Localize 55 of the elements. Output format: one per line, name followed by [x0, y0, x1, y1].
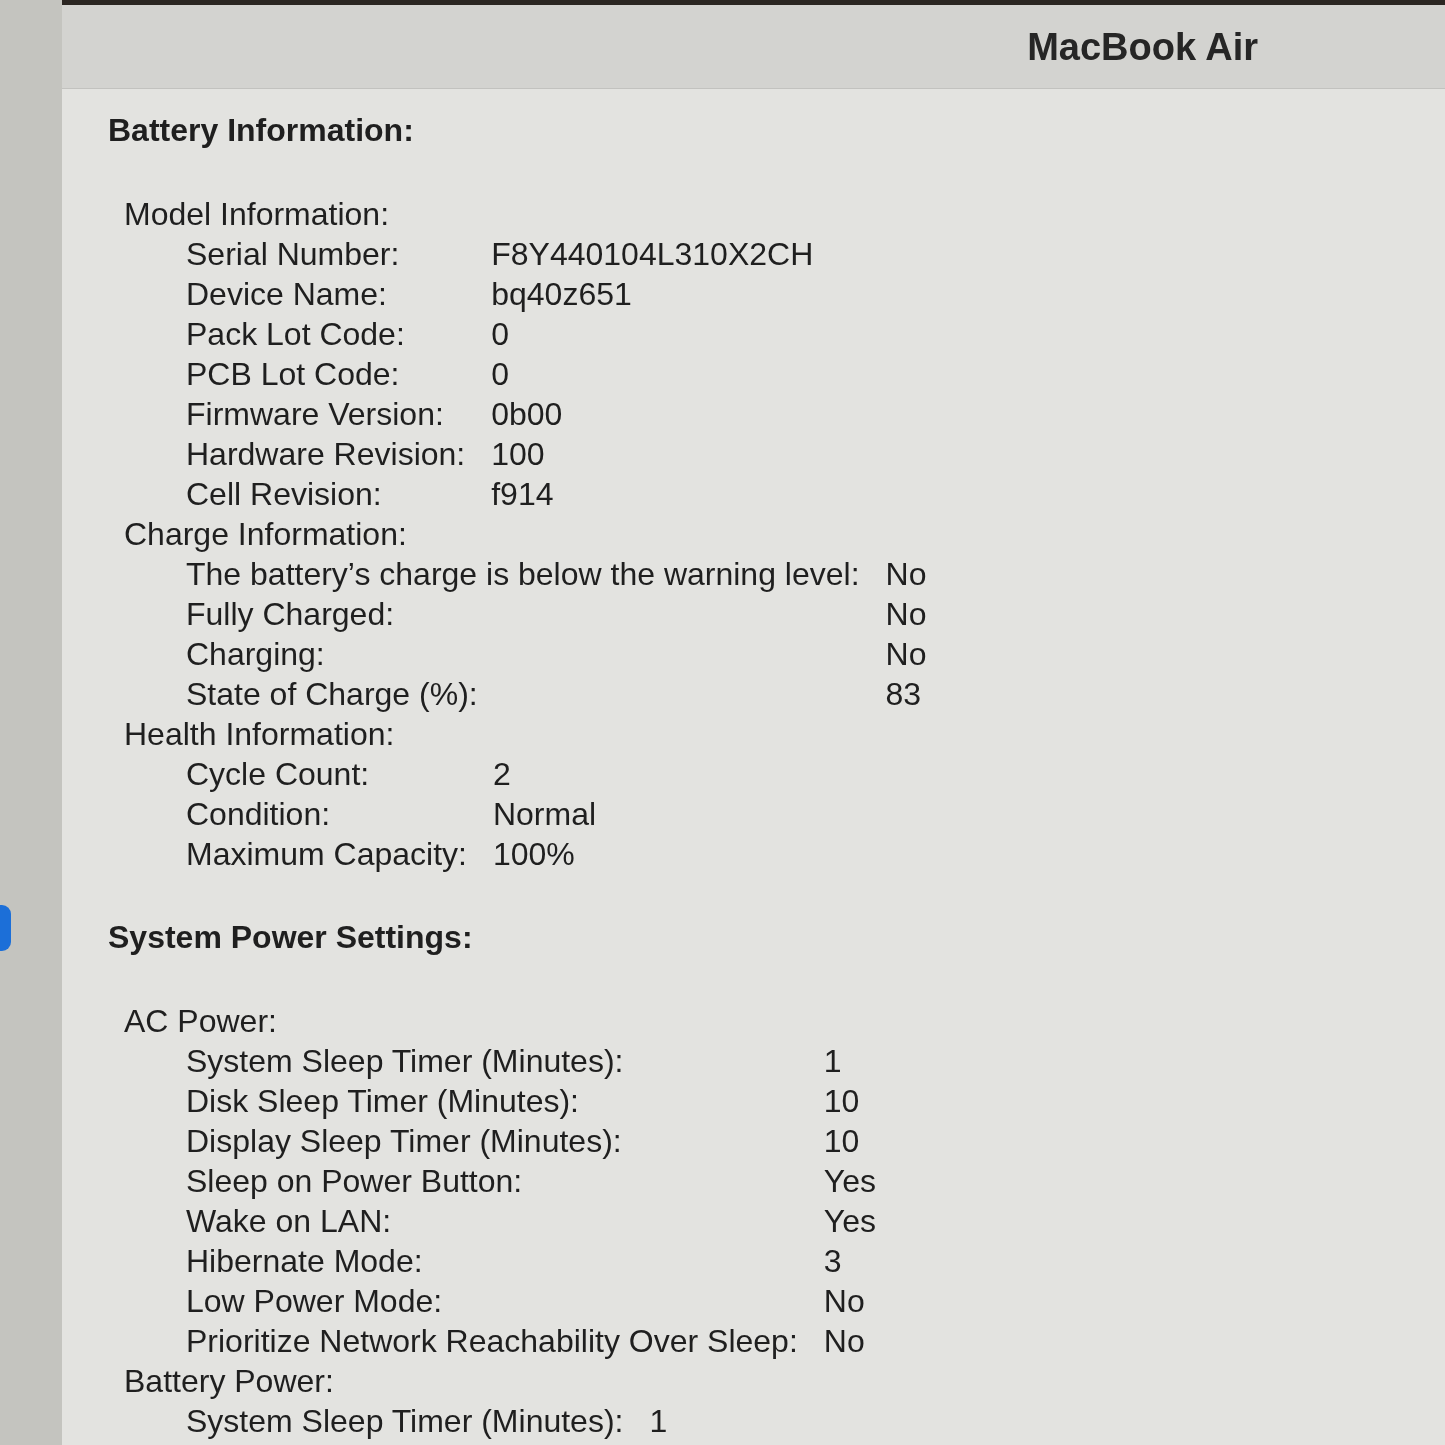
- field-value: 0: [491, 315, 510, 354]
- group-heading: Battery Power:: [124, 1362, 334, 1401]
- field-label: Firmware Version:: [186, 395, 445, 434]
- field-label: Cell Revision:: [186, 475, 383, 514]
- field-value: f914: [491, 475, 555, 514]
- field-value: F8Y440104L310X2CH: [491, 235, 814, 274]
- field-label: Charging:: [186, 635, 326, 674]
- field-label: Hardware Revision:: [186, 435, 466, 474]
- field-value: 83: [885, 675, 923, 714]
- field-label: Fully Charged:: [186, 595, 396, 634]
- field-value: 1: [823, 1042, 843, 1081]
- field-value: No: [885, 595, 927, 634]
- field-value: bq40z651: [491, 275, 633, 314]
- group-heading: Health Information:: [124, 715, 395, 754]
- window-title: MacBook Air: [1027, 24, 1258, 69]
- field-label: Disk Sleep Timer (Minutes):: [186, 1082, 580, 1121]
- field-label: Device Name:: [186, 275, 388, 314]
- field-value: 0: [491, 355, 510, 394]
- field-value: Normal: [492, 795, 597, 834]
- field-label: PCB Lot Code:: [186, 355, 401, 394]
- field-value: Yes: [823, 1202, 876, 1241]
- field-label: Low Power Mode:: [186, 1282, 444, 1321]
- field-value: 2: [492, 755, 512, 794]
- field-value: Yes: [823, 1162, 876, 1201]
- field-label: Pack Lot Code:: [186, 315, 406, 354]
- section-heading: Battery Information:: [108, 111, 414, 150]
- field-label: Serial Number:: [186, 235, 401, 274]
- sidebar-selection-highlight: [0, 905, 11, 951]
- field-value: No: [823, 1282, 866, 1321]
- section-heading: System Power Settings:: [108, 918, 473, 957]
- group-heading: AC Power:: [124, 1002, 277, 1041]
- field-value: 100: [491, 435, 546, 474]
- field-value: 0b00: [491, 395, 564, 434]
- field-label: Prioritize Network Reachability Over Sleep:: [186, 1322, 798, 1361]
- field-label: Cycle Count:: [186, 755, 371, 794]
- field-label: Condition:: [186, 795, 332, 834]
- field-label: System Sleep Timer (Minutes):: [186, 1402, 624, 1441]
- field-label: The battery’s charge is below the warning level:: [186, 555, 860, 594]
- field-label: Maximum Capacity:: [186, 835, 467, 874]
- field-label: State of Charge (%):: [186, 675, 479, 714]
- field-label: Wake on LAN:: [186, 1202, 393, 1241]
- field-value: 10: [823, 1082, 861, 1121]
- field-value: No: [823, 1322, 866, 1361]
- field-value: 100%: [492, 835, 576, 874]
- field-value: No: [885, 635, 927, 674]
- field-label: Sleep on Power Button:: [186, 1162, 524, 1201]
- field-value: No: [885, 555, 927, 594]
- field-label: System Sleep Timer (Minutes):: [186, 1042, 625, 1081]
- field-value: 10: [823, 1122, 861, 1161]
- group-heading: Model Information:: [124, 195, 389, 234]
- field-label: Hibernate Mode:: [186, 1242, 424, 1281]
- group-heading: Charge Information:: [124, 515, 407, 554]
- field-label: Display Sleep Timer (Minutes):: [186, 1122, 623, 1161]
- field-value: 1: [649, 1402, 668, 1441]
- field-value: 3: [823, 1242, 843, 1281]
